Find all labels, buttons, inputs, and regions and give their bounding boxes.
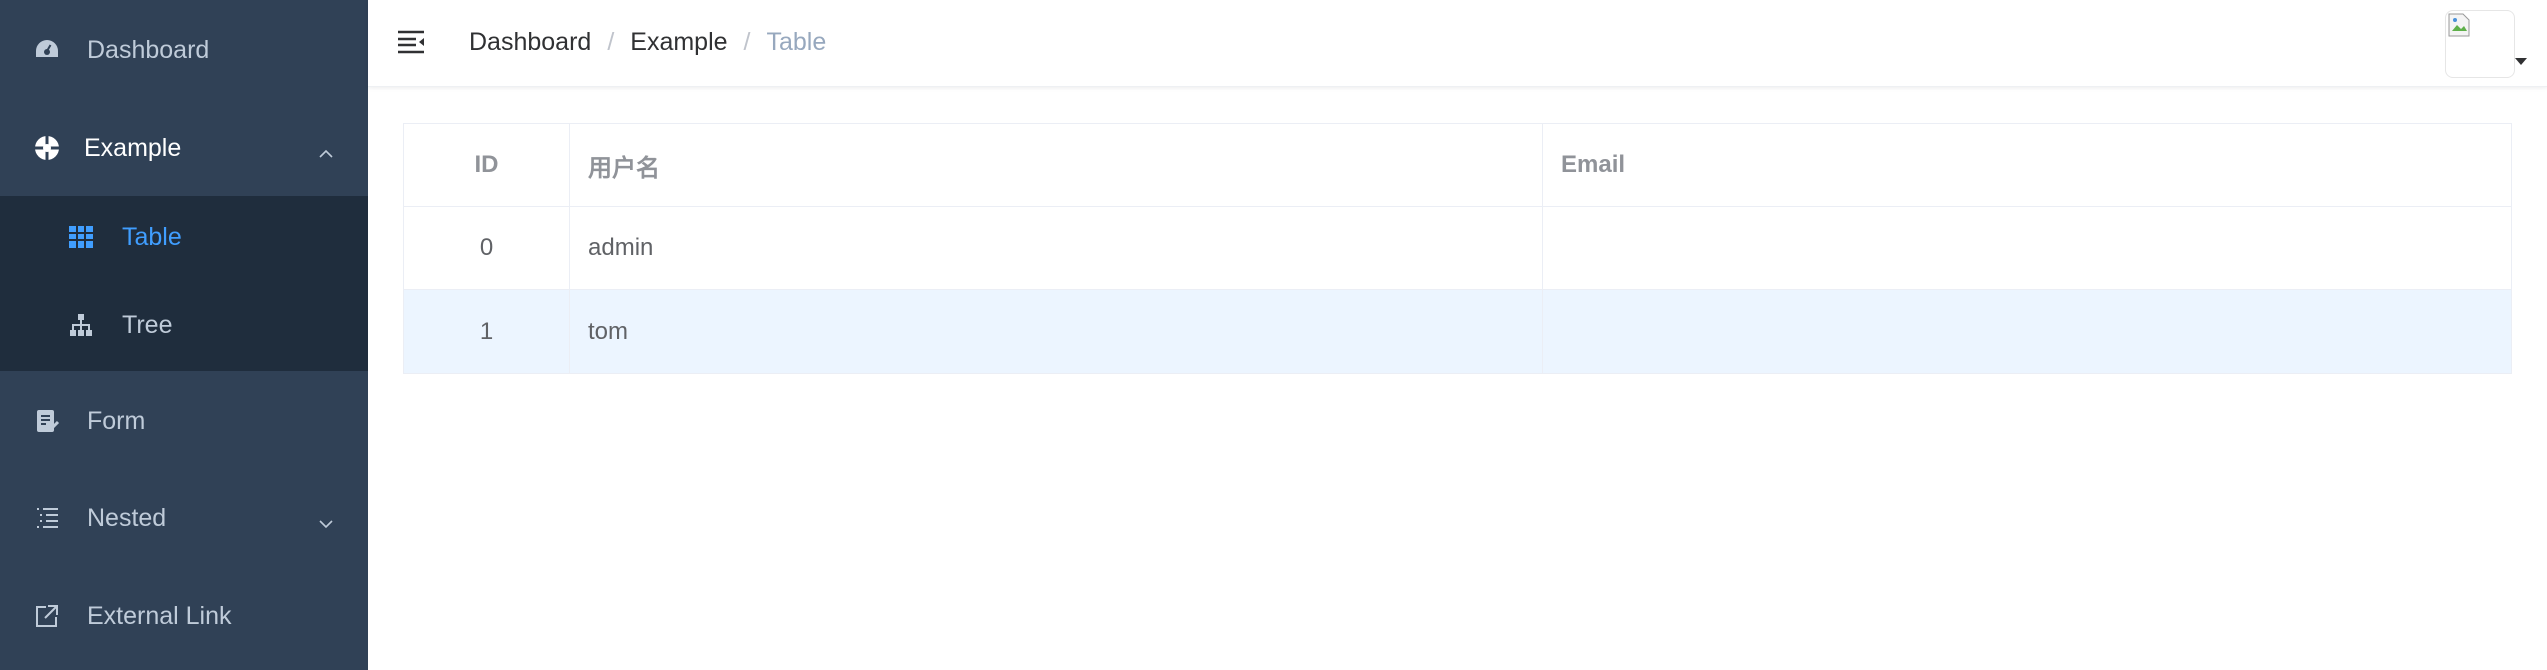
form-icon — [33, 407, 61, 435]
sidebar-item-label: Nested — [87, 503, 167, 532]
sidebar-item-example[interactable]: Example — [0, 120, 368, 176]
column-header-id: ID — [404, 124, 570, 206]
sidebar-item-form[interactable]: Form — [0, 393, 368, 449]
data-table: ID 用户名 Email 0 admin 1 tom — [403, 123, 2512, 374]
tree-icon — [67, 311, 95, 339]
sidebar-item-nested[interactable]: Nested — [0, 490, 368, 546]
sidebar-item-label: Dashboard — [87, 35, 210, 64]
chevron-up-icon — [318, 140, 334, 158]
table-row[interactable]: 0 admin — [404, 207, 2511, 290]
breadcrumb-separator: / — [743, 28, 751, 56]
sidebar-item-tree[interactable]: Tree — [0, 300, 368, 350]
cell-id: 0 — [404, 207, 570, 289]
table-icon — [67, 223, 95, 251]
submenu-example: Table Tree — [0, 196, 368, 371]
cell-id: 1 — [404, 290, 570, 373]
hamburger-icon[interactable] — [396, 28, 426, 56]
cell-email — [1543, 290, 2511, 373]
sidebar-item-table[interactable]: Table — [0, 212, 368, 262]
breadcrumb-item-current: Table — [766, 28, 827, 56]
column-header-email: Email — [1561, 151, 1626, 178]
breadcrumb-item-example[interactable]: Example — [630, 28, 727, 57]
table-row[interactable]: 1 tom — [404, 290, 2511, 373]
cell-email — [1543, 207, 2511, 289]
cell-username: tom — [570, 290, 1543, 373]
navbar: Dashboard / Example / Table — [368, 0, 2547, 87]
sidebar-item-label: Tree — [122, 310, 173, 339]
sidebar-item-dashboard[interactable]: Dashboard — [0, 22, 368, 78]
chevron-down-icon — [318, 510, 334, 529]
caret-down-icon[interactable] — [2515, 58, 2527, 65]
sidebar-item-label: External Link — [87, 601, 232, 630]
broken-image-icon — [2448, 13, 2470, 37]
external-link-icon — [33, 602, 61, 630]
column-header-username: 用户名 — [570, 124, 1543, 206]
table-header-row: ID 用户名 Email — [404, 124, 2511, 207]
dashboard-icon — [33, 36, 61, 64]
breadcrumb-separator: / — [607, 28, 615, 56]
breadcrumb-item-dashboard[interactable]: Dashboard — [469, 28, 591, 57]
example-icon — [33, 134, 61, 162]
sidebar-item-label: Form — [87, 406, 146, 435]
sidebar-item-label: Example — [84, 133, 182, 162]
app-root: Dashboard Example Table Tree Form Nested… — [0, 0, 2547, 670]
sidebar-item-label: Table — [122, 222, 182, 251]
cell-username: admin — [570, 207, 1543, 289]
avatar[interactable] — [2445, 10, 2515, 78]
breadcrumb: Dashboard / Example / Table — [469, 28, 826, 57]
nested-icon — [33, 504, 61, 532]
sidebar: Dashboard Example Table Tree Form Nested… — [0, 0, 368, 670]
sidebar-item-external-link[interactable]: External Link — [0, 588, 368, 644]
